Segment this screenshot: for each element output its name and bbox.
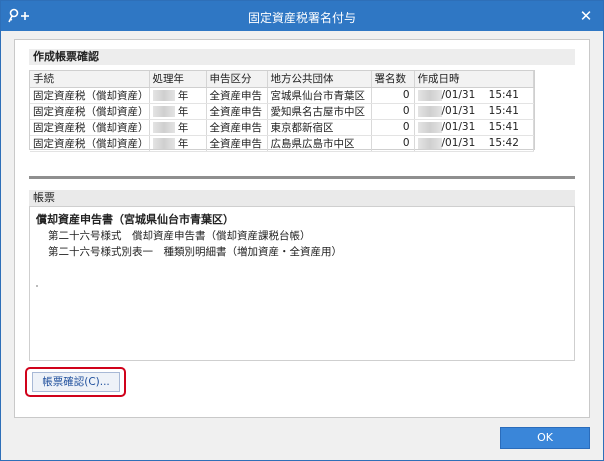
cell-category: 全資産申告 [206,87,268,104]
section-header-confirm: 作成帳票確認 [29,49,575,65]
report-tree-root[interactable]: 償却資産申告書（宮城県仙台市青葉区） [36,211,234,227]
cell-procedure: 固定資産税（償却資産） [30,103,150,120]
column-header[interactable]: 処理年 [149,71,207,88]
report-confirm-button[interactable]: 帳票確認(C)... [32,372,120,392]
column-header[interactable]: 署名数 [371,71,415,88]
dialog-content: 作成帳票確認 手続 処理年 申告区分 地方公共団体 署名数 作成日時 固定資産税… [14,39,590,418]
report-tree-item[interactable]: 第二十六号様式 償却資産申告書（償却資産課税台帳） [48,228,311,243]
report-tree-item[interactable]: 第二十六号様式別表一 種類別明細書（増加資産・全資産用） [48,244,342,259]
column-header[interactable]: 手続 [30,71,150,88]
cell-municipality: 宮城県仙台市青葉区 [267,87,372,104]
cell-category: 全資産申告 [206,103,268,120]
cell-procedure: 固定資産税（償却資産） [30,135,150,152]
cell-count: 0 [371,135,415,152]
cell-municipality: 愛知県名古屋市中区 [267,103,372,120]
ok-button[interactable]: OK [500,427,590,449]
cell-procedure: 固定資産税（償却資産） [30,119,150,136]
redacted-year [417,89,442,101]
table-row[interactable]: 固定資産税（償却資産） 年 全資産申告 東京都新宿区 0 /01/31 15:4… [30,119,534,136]
cell-category: 全資産申告 [206,119,268,136]
cell-year: 年 [149,87,207,104]
cell-year: 年 [149,103,207,120]
cell-count: 0 [371,87,415,104]
redacted-year [417,105,442,117]
table-row[interactable]: 固定資産税（償却資産） 年 全資産申告 愛知県名古屋市中区 0 /01/31 1… [30,103,534,120]
window-title: 固定資産税署名付与 [247,11,356,25]
cell-municipality: 東京都新宿区 [267,119,372,136]
redacted-year [152,122,175,133]
redacted-year [152,138,175,149]
dialog-window: 固定資産税署名付与 ✕ 作成帳票確認 手続 処理年 申告区分 地方公共団体 署名… [0,0,604,461]
cell-procedure: 固定資産税（償却資産） [30,87,150,104]
redacted-year [152,106,175,117]
cell-datetime: /01/31 15:41 [414,119,534,136]
cell-datetime: /01/31 15:41 [414,103,534,120]
redacted-year [152,90,175,101]
report-list-table[interactable]: 手続 処理年 申告区分 地方公共団体 署名数 作成日時 固定資産税（償却資産） … [29,70,535,152]
report-tree[interactable]: 償却資産申告書（宮城県仙台市青葉区） 第二十六号様式 償却資産申告書（償却資産課… [29,206,575,361]
close-icon[interactable]: ✕ [577,7,595,25]
cell-municipality: 広島県広島市中区 [267,135,372,152]
column-header[interactable]: 作成日時 [414,71,534,88]
cell-datetime: /01/31 15:42 [414,135,534,152]
column-header[interactable]: 申告区分 [206,71,268,88]
tree-marker [36,285,38,287]
column-header[interactable]: 地方公共団体 [267,71,372,88]
cell-count: 0 [371,119,415,136]
redacted-year [417,137,442,149]
cell-datetime: /01/31 15:41 [414,87,534,104]
title-bar: 固定資産税署名付与 ✕ [1,1,603,31]
cell-year: 年 [149,135,207,152]
cell-count: 0 [371,103,415,120]
redacted-year [417,121,442,133]
section-header-report: 帳票 [29,190,575,206]
table-row[interactable]: 固定資産税（償却資産） 年 全資産申告 宮城県仙台市青葉区 0 /01/31 1… [30,87,534,104]
pane-splitter[interactable] [29,176,575,179]
table-header-row: 手続 処理年 申告区分 地方公共団体 署名数 作成日時 [30,71,534,88]
cell-year: 年 [149,119,207,136]
table-row[interactable]: 固定資産税（償却資産） 年 全資産申告 広島県広島市中区 0 /01/31 15… [30,135,534,152]
cell-category: 全資産申告 [206,135,268,152]
